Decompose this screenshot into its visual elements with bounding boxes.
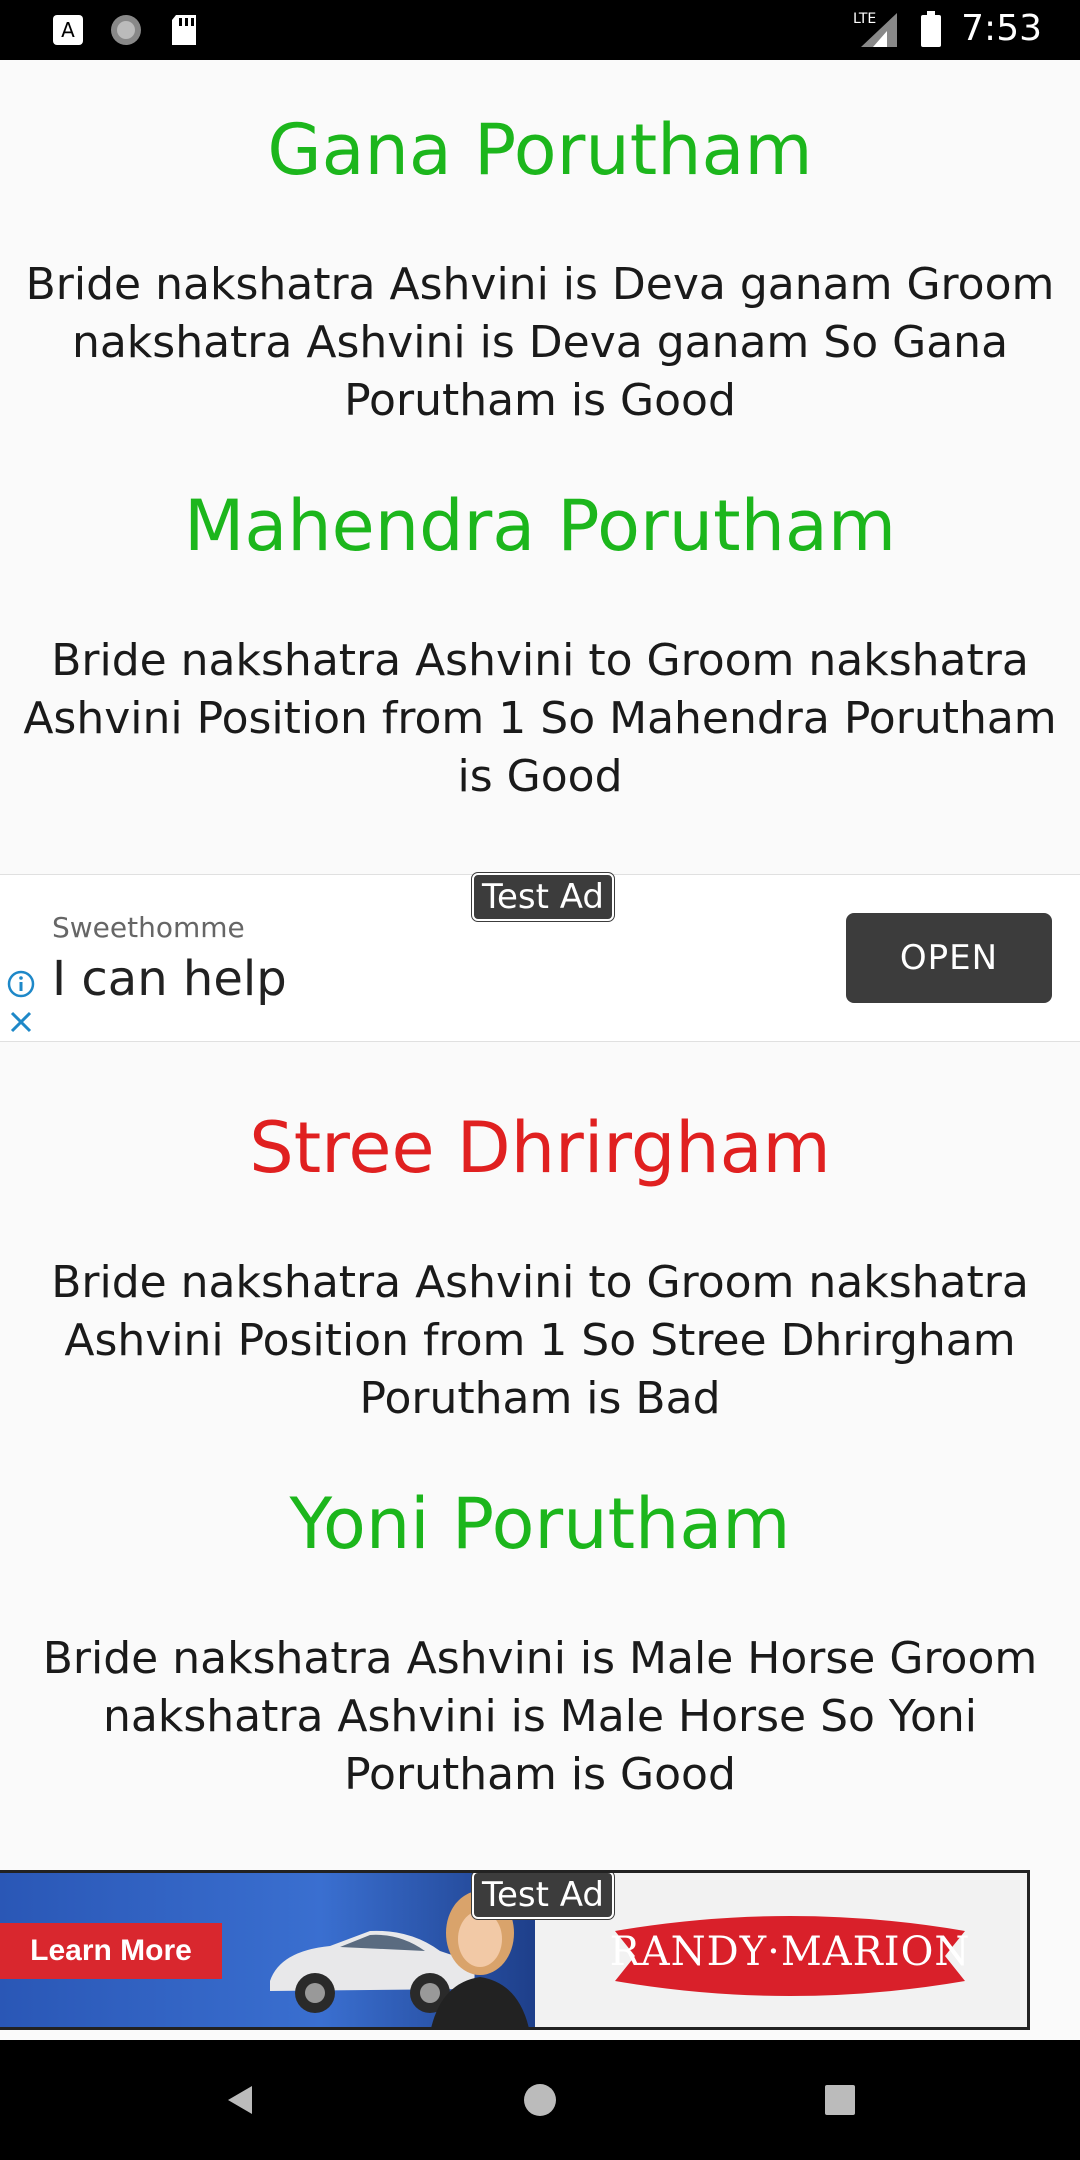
section-yoni-porutham: Yoni Porutham Bride nakshatra Ashvini is… [0, 1482, 1080, 1804]
section-title: Yoni Porutham [289, 1483, 791, 1565]
navigation-bar [0, 2040, 1080, 2160]
back-icon[interactable] [220, 2080, 260, 2120]
status-icons-left: A [50, 12, 202, 48]
section-description: Bride nakshatra Ashvini is Male Horse Gr… [42, 1633, 1038, 1800]
section-description: Bride nakshatra Ashvini to Groom nakshat… [51, 1257, 1029, 1424]
ad-info-icon[interactable] [6, 969, 36, 999]
status-icons-right: LTE 7:53 [853, 8, 1042, 49]
section-title: Gana Porutham [267, 109, 813, 191]
section-stree-dhrirgham: Stree Dhrirgham Bride nakshatra Ashvini … [0, 1106, 1080, 1428]
test-ad-badge: Test Ad [470, 872, 616, 922]
section-gana-porutham: Gana Porutham Bride nakshatra Ashvini is… [0, 108, 1080, 430]
ad-open-button[interactable]: OPEN [846, 913, 1052, 1003]
native-ad[interactable]: Test Ad Sweethomme I can help OPEN [0, 872, 1080, 1042]
svg-text:A: A [61, 18, 75, 42]
section-mahendra-porutham: Mahendra Porutham Bride nakshatra Ashvin… [0, 484, 1080, 806]
section-description: Bride nakshatra Ashvini to Groom nakshat… [23, 635, 1057, 802]
banner-ad[interactable]: Learn More RANDY·MARION Test Ad [0, 1870, 1030, 2030]
sd-card-icon [172, 15, 196, 45]
ad-advertiser: Sweethomme [52, 911, 245, 944]
home-icon[interactable] [520, 2080, 560, 2120]
section-description: Bride nakshatra Ashvini is Deva ganam Gr… [25, 259, 1055, 426]
ad-close-icon[interactable] [6, 1007, 36, 1037]
brand-logo-text: RANDY·MARION [609, 1929, 971, 1975]
learn-more-button[interactable]: Learn More [0, 1923, 222, 1979]
section-title: Mahendra Porutham [183, 485, 897, 567]
ad-headline[interactable]: I can help [52, 951, 287, 1007]
sync-icon [111, 15, 141, 45]
status-bar: A LTE 7:53 [0, 0, 1080, 60]
recents-icon[interactable] [820, 2080, 860, 2120]
clock: 7:53 [961, 8, 1042, 49]
test-ad-badge: Test Ad [470, 1873, 616, 1920]
svg-text:LTE: LTE [853, 11, 876, 27]
battery-icon [921, 10, 942, 47]
signal-icon: LTE [853, 11, 898, 47]
section-title: Stree Dhrirgham [249, 1107, 831, 1189]
text-icon: A [53, 15, 83, 45]
